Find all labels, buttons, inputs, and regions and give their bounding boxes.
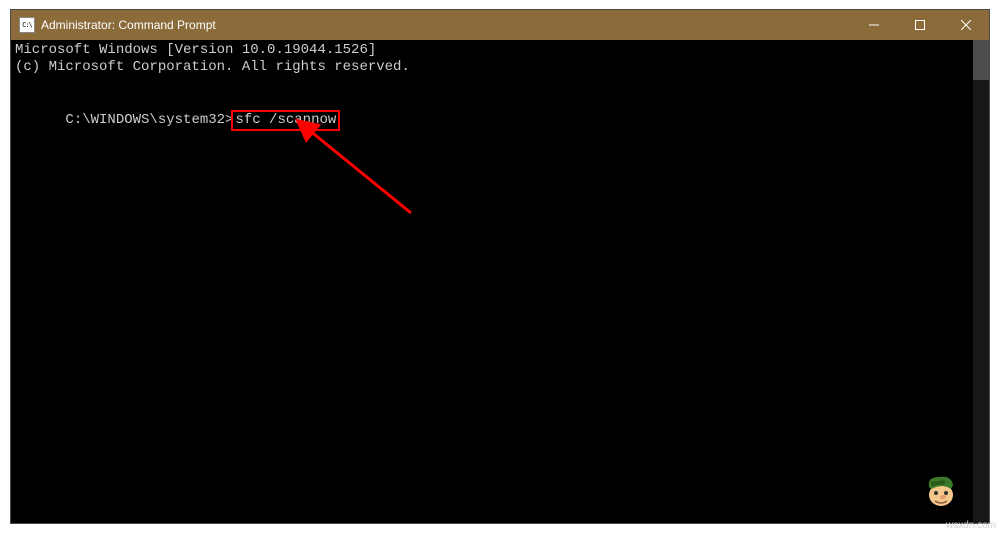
terminal-output[interactable]: Microsoft Windows [Version 10.0.19044.15…: [11, 40, 989, 523]
command-prompt-window: C:\ Administrator: Command Prompt Micros…: [10, 9, 990, 524]
maximize-button[interactable]: [897, 10, 943, 40]
terminal-prompt-line: C:\WINDOWS\system32>sfc /scannow: [15, 93, 985, 148]
mascot-icon: [921, 469, 961, 509]
window-controls: [851, 10, 989, 40]
window-title: Administrator: Command Prompt: [41, 18, 216, 32]
terminal-line-version: Microsoft Windows [Version 10.0.19044.15…: [15, 42, 985, 59]
titlebar[interactable]: C:\ Administrator: Command Prompt: [11, 10, 989, 40]
terminal-command-highlighted: sfc /scannow: [231, 110, 340, 131]
watermark-text: wsxdn.com: [946, 520, 996, 531]
app-icon: C:\: [19, 17, 35, 33]
scrollbar-vertical[interactable]: [973, 40, 989, 523]
scrollbar-thumb[interactable]: [973, 40, 989, 80]
terminal-line-blank: [15, 76, 985, 93]
terminal-line-copyright: (c) Microsoft Corporation. All rights re…: [15, 59, 985, 76]
close-button[interactable]: [943, 10, 989, 40]
app-icon-text: C:\: [22, 21, 32, 29]
terminal-prompt: C:\WINDOWS\system32>: [65, 112, 233, 128]
minimize-button[interactable]: [851, 10, 897, 40]
